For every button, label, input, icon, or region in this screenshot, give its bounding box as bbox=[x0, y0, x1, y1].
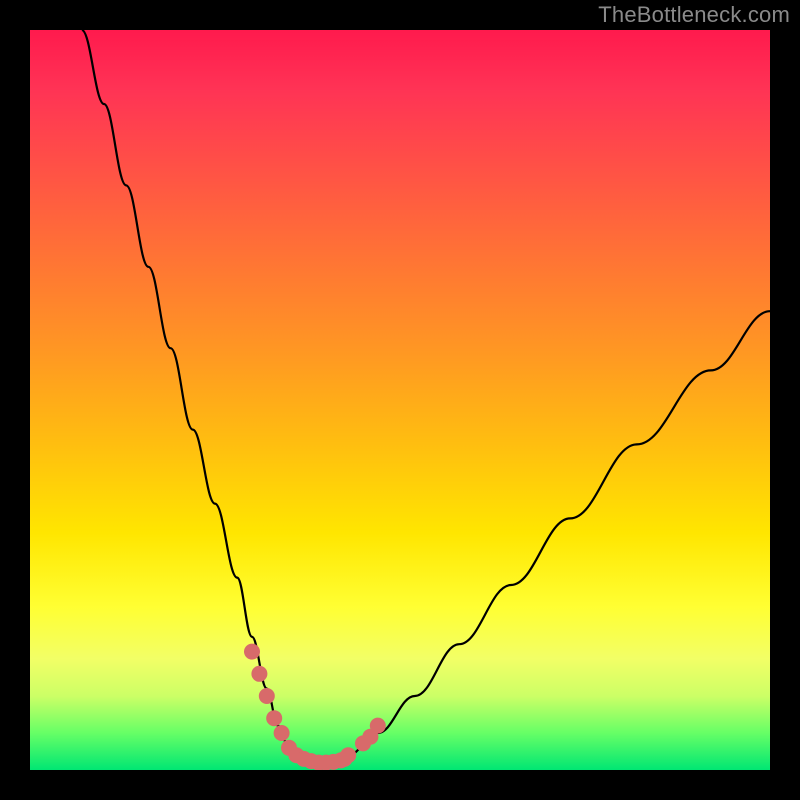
highlight-dot bbox=[370, 718, 386, 734]
highlight-dot bbox=[274, 725, 290, 741]
highlight-dot bbox=[340, 747, 356, 763]
highlight-dot bbox=[251, 666, 267, 682]
bottleneck-curve bbox=[82, 30, 770, 763]
chart-frame: TheBottleneck.com bbox=[0, 0, 800, 800]
chart-plot-area bbox=[30, 30, 770, 770]
highlight-dot bbox=[259, 688, 275, 704]
highlight-dots bbox=[244, 644, 386, 770]
highlight-dot bbox=[244, 644, 260, 660]
watermark-text: TheBottleneck.com bbox=[598, 2, 790, 28]
highlight-dot bbox=[266, 710, 282, 726]
chart-svg bbox=[30, 30, 770, 770]
